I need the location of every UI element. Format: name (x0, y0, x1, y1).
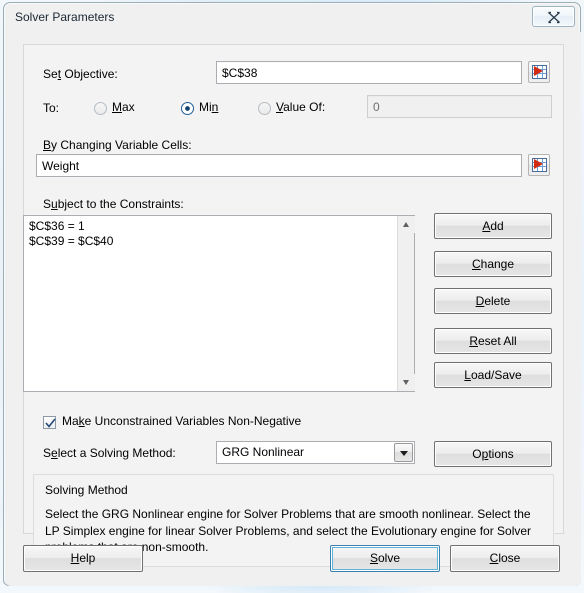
variable-cells-input[interactable] (36, 154, 522, 177)
solving-method-combobox[interactable]: GRG Nonlinear (216, 441, 415, 464)
variable-cells-label: By Changing Variable Cells: (43, 138, 192, 152)
scroll-down-arrow-icon (403, 380, 409, 385)
reset-all-button[interactable]: Reset All (434, 328, 552, 354)
chevron-down-icon (400, 451, 408, 456)
list-item[interactable]: $C$36 = 1 (29, 219, 396, 234)
scrollbar-up-button[interactable] (398, 216, 415, 233)
solving-method-selected-value: GRG Nonlinear (222, 445, 305, 459)
help-button[interactable]: Help (23, 545, 143, 572)
radio-max-indicator (94, 102, 107, 115)
close-button[interactable] (532, 6, 575, 27)
radio-value-of-label: Value Of: (276, 100, 326, 114)
variable-cells-range-picker-button[interactable] (528, 154, 550, 176)
constraints-list[interactable]: $C$36 = 1 $C$39 = $C$40 (24, 216, 396, 391)
dialog-client-area: Set Objective: To: Max Min Value Of: (5, 32, 581, 586)
radio-value-of-indicator (258, 102, 271, 115)
constraints-label: Subject to the Constraints: (43, 197, 184, 211)
solving-method-group-title: Solving Method (45, 483, 128, 497)
delete-button[interactable]: Delete (434, 288, 552, 314)
scrollbar-down-button[interactable] (398, 374, 415, 391)
radio-min-indicator (181, 102, 194, 115)
solver-parameters-dialog: Solver Parameters Set Objective: $C$38 T… (3, 2, 581, 586)
set-objective-range-picker-button[interactable] (528, 61, 550, 83)
constraints-scrollbar[interactable] (397, 216, 415, 391)
options-button[interactable]: Options (434, 441, 552, 467)
radio-min-label: Min (199, 100, 219, 114)
set-objective-label: Set Objective: (43, 67, 118, 81)
window-title: Solver Parameters (15, 10, 115, 24)
add-button[interactable]: Add (434, 213, 552, 239)
range-arrow-icon (534, 66, 543, 76)
list-item[interactable]: $C$39 = $C$40 (29, 234, 396, 249)
non-negative-checkbox-label: Make Unconstrained Variables Non-Negativ… (62, 414, 302, 428)
scroll-up-arrow-icon (403, 222, 409, 227)
solve-button[interactable]: Solve (330, 545, 440, 572)
title-bar: Solver Parameters (4, 3, 580, 32)
constraints-listbox[interactable]: $C$36 = 1 $C$39 = $C$40 (23, 215, 415, 392)
value-of-input[interactable] (367, 95, 552, 118)
set-objective-input[interactable] (216, 61, 522, 84)
non-negative-checkbox-box (43, 416, 56, 429)
close-dialog-button[interactable]: Close (450, 545, 560, 572)
solving-method-label: Select a Solving Method: (43, 446, 176, 460)
radio-max-label: Max (112, 100, 135, 114)
change-button[interactable]: Change (434, 251, 552, 277)
solving-method-dropdown-button[interactable] (394, 443, 413, 462)
to-label: To: (43, 101, 60, 115)
load-save-button[interactable]: Load/Save (434, 362, 552, 388)
range-arrow-icon (534, 159, 543, 169)
